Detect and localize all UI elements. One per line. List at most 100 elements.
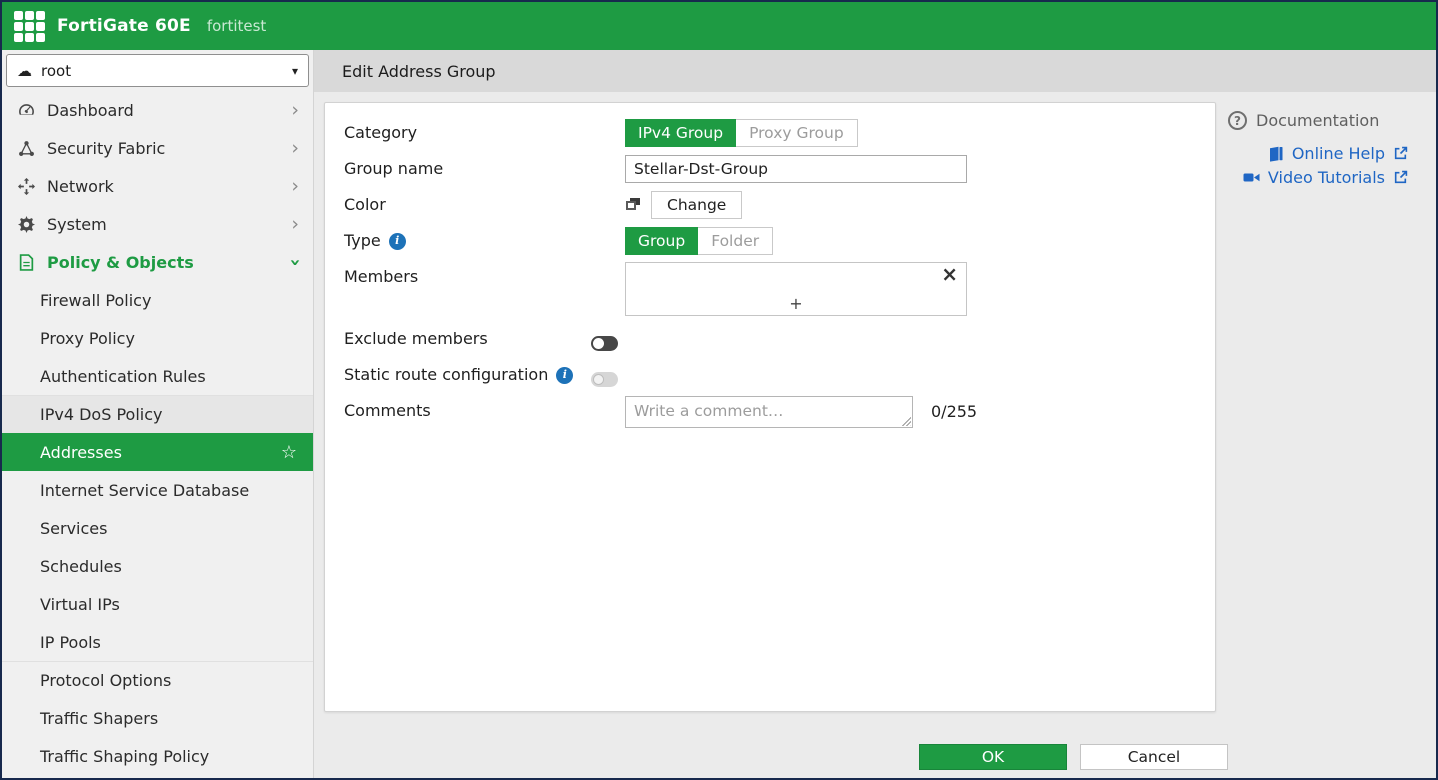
field-color: Color Change: [344, 190, 1215, 220]
network-icon: [16, 178, 36, 195]
sidebar-item-internet-service-database[interactable]: Internet Service Database: [2, 471, 313, 509]
group-name-label: Group name: [344, 154, 443, 184]
sidebar-item-virtual-ips[interactable]: Virtual IPs: [2, 585, 313, 623]
type-option-folder[interactable]: Folder: [698, 227, 773, 255]
type-option-group[interactable]: Group: [625, 227, 698, 255]
form-actions: OK Cancel: [919, 744, 1228, 770]
dashboard-icon: [16, 102, 36, 119]
sidebar-item-policy-objects[interactable]: Policy & Objects ›: [2, 243, 313, 281]
vdom-selected-value: root: [41, 62, 71, 80]
sidebar-item-label: IP Pools: [40, 633, 101, 652]
question-icon: ?: [1228, 111, 1247, 130]
sidebar-item-label: Traffic Shapers: [40, 709, 158, 728]
sidebar-item-ipv4-dos-policy[interactable]: IPv4 DoS Policy: [2, 395, 313, 433]
field-group-name: Group name: [344, 154, 1215, 184]
sidebar-item-label: System: [47, 215, 107, 234]
category-option-proxy-group[interactable]: Proxy Group: [736, 119, 858, 147]
video-camera-icon: [1243, 170, 1260, 185]
type-segmented: Group Folder: [625, 227, 773, 255]
sidebar: ☁ root ▾ Dashboard › Security Fabric › N…: [2, 50, 314, 778]
color-label: Color: [344, 190, 386, 220]
type-label: Type: [344, 226, 381, 256]
comments-char-counter: 0/255: [931, 396, 977, 428]
content-body: Category IPv4 Group Proxy Group Group na…: [314, 92, 1436, 778]
star-icon: ☆: [281, 442, 297, 463]
page-title-bar: Edit Address Group: [314, 50, 1436, 92]
sidebar-item-ip-pools[interactable]: IP Pools: [2, 623, 313, 661]
book-icon: [1268, 146, 1284, 162]
sidebar-item-firewall-policy[interactable]: Firewall Policy: [2, 281, 313, 319]
members-select-box[interactable]: × +: [625, 262, 967, 316]
cloud-icon: ☁: [17, 62, 32, 80]
sidebar-item-label: Addresses: [40, 443, 122, 462]
group-name-input[interactable]: [625, 155, 967, 183]
sidebar-item-label: Schedules: [40, 557, 122, 576]
sidebar-item-security-fabric[interactable]: Security Fabric ›: [2, 129, 313, 167]
sidebar-item-authentication-rules[interactable]: Authentication Rules: [2, 357, 313, 395]
sidebar-item-system[interactable]: System ›: [2, 205, 313, 243]
sidebar-item-proxy-policy[interactable]: Proxy Policy: [2, 319, 313, 357]
sidebar-item-services[interactable]: Services: [2, 509, 313, 547]
chevron-right-icon: ›: [291, 177, 299, 196]
members-label: Members: [344, 262, 418, 292]
security-fabric-icon: [16, 140, 36, 157]
field-comments: Comments 0/255: [344, 396, 1215, 428]
field-type: Type i Group Folder: [344, 226, 1215, 256]
field-members: Members × +: [344, 262, 1215, 316]
sidebar-item-label: Dashboard: [47, 101, 134, 120]
page-title: Edit Address Group: [342, 62, 496, 81]
field-static-route: Static route configuration i: [344, 360, 1215, 390]
static-route-label: Static route configuration: [344, 360, 548, 390]
topbar: FortiGate 60E fortitest: [2, 2, 1436, 50]
comments-textarea[interactable]: [625, 396, 913, 428]
edit-address-group-form: Category IPv4 Group Proxy Group Group na…: [324, 102, 1216, 712]
sidebar-item-label: Protocol Options: [40, 671, 171, 690]
sidebar-item-label: Services: [40, 519, 107, 538]
fortinet-logo-icon: [14, 11, 45, 42]
color-change-button[interactable]: Change: [651, 191, 742, 219]
main-content: Edit Address Group Category IPv4 Group P…: [314, 50, 1436, 778]
external-link-icon: [1393, 146, 1408, 161]
app-window: FortiGate 60E fortitest ☁ root ▾ Dashboa…: [0, 0, 1438, 780]
ok-button[interactable]: OK: [919, 744, 1067, 770]
sidebar-item-addresses[interactable]: Addresses ☆: [2, 433, 313, 471]
sidebar-item-traffic-shapers[interactable]: Traffic Shapers: [2, 699, 313, 737]
chevron-right-icon: ›: [291, 139, 299, 158]
chevron-down-icon: ›: [286, 258, 305, 266]
caret-down-icon: ▾: [292, 64, 298, 78]
info-icon: i: [389, 233, 406, 250]
online-help-link[interactable]: Online Help: [1228, 144, 1408, 163]
cancel-button[interactable]: Cancel: [1080, 744, 1228, 770]
color-swatch-icon: [625, 197, 641, 213]
sidebar-item-label: Security Fabric: [47, 139, 165, 158]
sidebar-item-label: Proxy Policy: [40, 329, 135, 348]
vdom-selector[interactable]: ☁ root ▾: [6, 54, 309, 87]
sidebar-item-schedules[interactable]: Schedules: [2, 547, 313, 585]
documentation-title: Documentation: [1256, 111, 1379, 130]
sidebar-item-traffic-shaping-policy[interactable]: Traffic Shaping Policy: [2, 737, 313, 775]
sidebar-item-label: Authentication Rules: [40, 367, 206, 386]
policy-objects-icon: [16, 254, 36, 271]
chevron-right-icon: ›: [291, 101, 299, 120]
static-route-toggle[interactable]: [591, 372, 618, 387]
category-option-ipv4-group[interactable]: IPv4 Group: [625, 119, 736, 147]
product-name: FortiGate 60E: [57, 16, 191, 36]
sidebar-item-label: Internet Service Database: [40, 481, 249, 500]
hostname: fortitest: [207, 17, 266, 35]
sidebar-item-protocol-options[interactable]: Protocol Options: [2, 661, 313, 699]
exclude-members-label: Exclude members: [344, 324, 488, 354]
clear-icon[interactable]: ×: [941, 263, 958, 285]
category-label: Category: [344, 118, 417, 148]
field-exclude-members: Exclude members: [344, 324, 1215, 354]
sidebar-item-label: Policy & Objects: [47, 253, 194, 272]
add-member-icon[interactable]: +: [626, 295, 966, 313]
chevron-right-icon: ›: [291, 215, 299, 234]
sidebar-item-label: Firewall Policy: [40, 291, 151, 310]
gear-icon: [16, 216, 36, 233]
info-icon: i: [556, 367, 573, 384]
video-tutorials-link[interactable]: Video Tutorials: [1228, 168, 1408, 187]
sidebar-item-network[interactable]: Network ›: [2, 167, 313, 205]
exclude-members-toggle[interactable]: [591, 336, 618, 351]
sidebar-item-dashboard[interactable]: Dashboard ›: [2, 91, 313, 129]
sidebar-item-label: Traffic Shaping Policy: [40, 747, 209, 766]
